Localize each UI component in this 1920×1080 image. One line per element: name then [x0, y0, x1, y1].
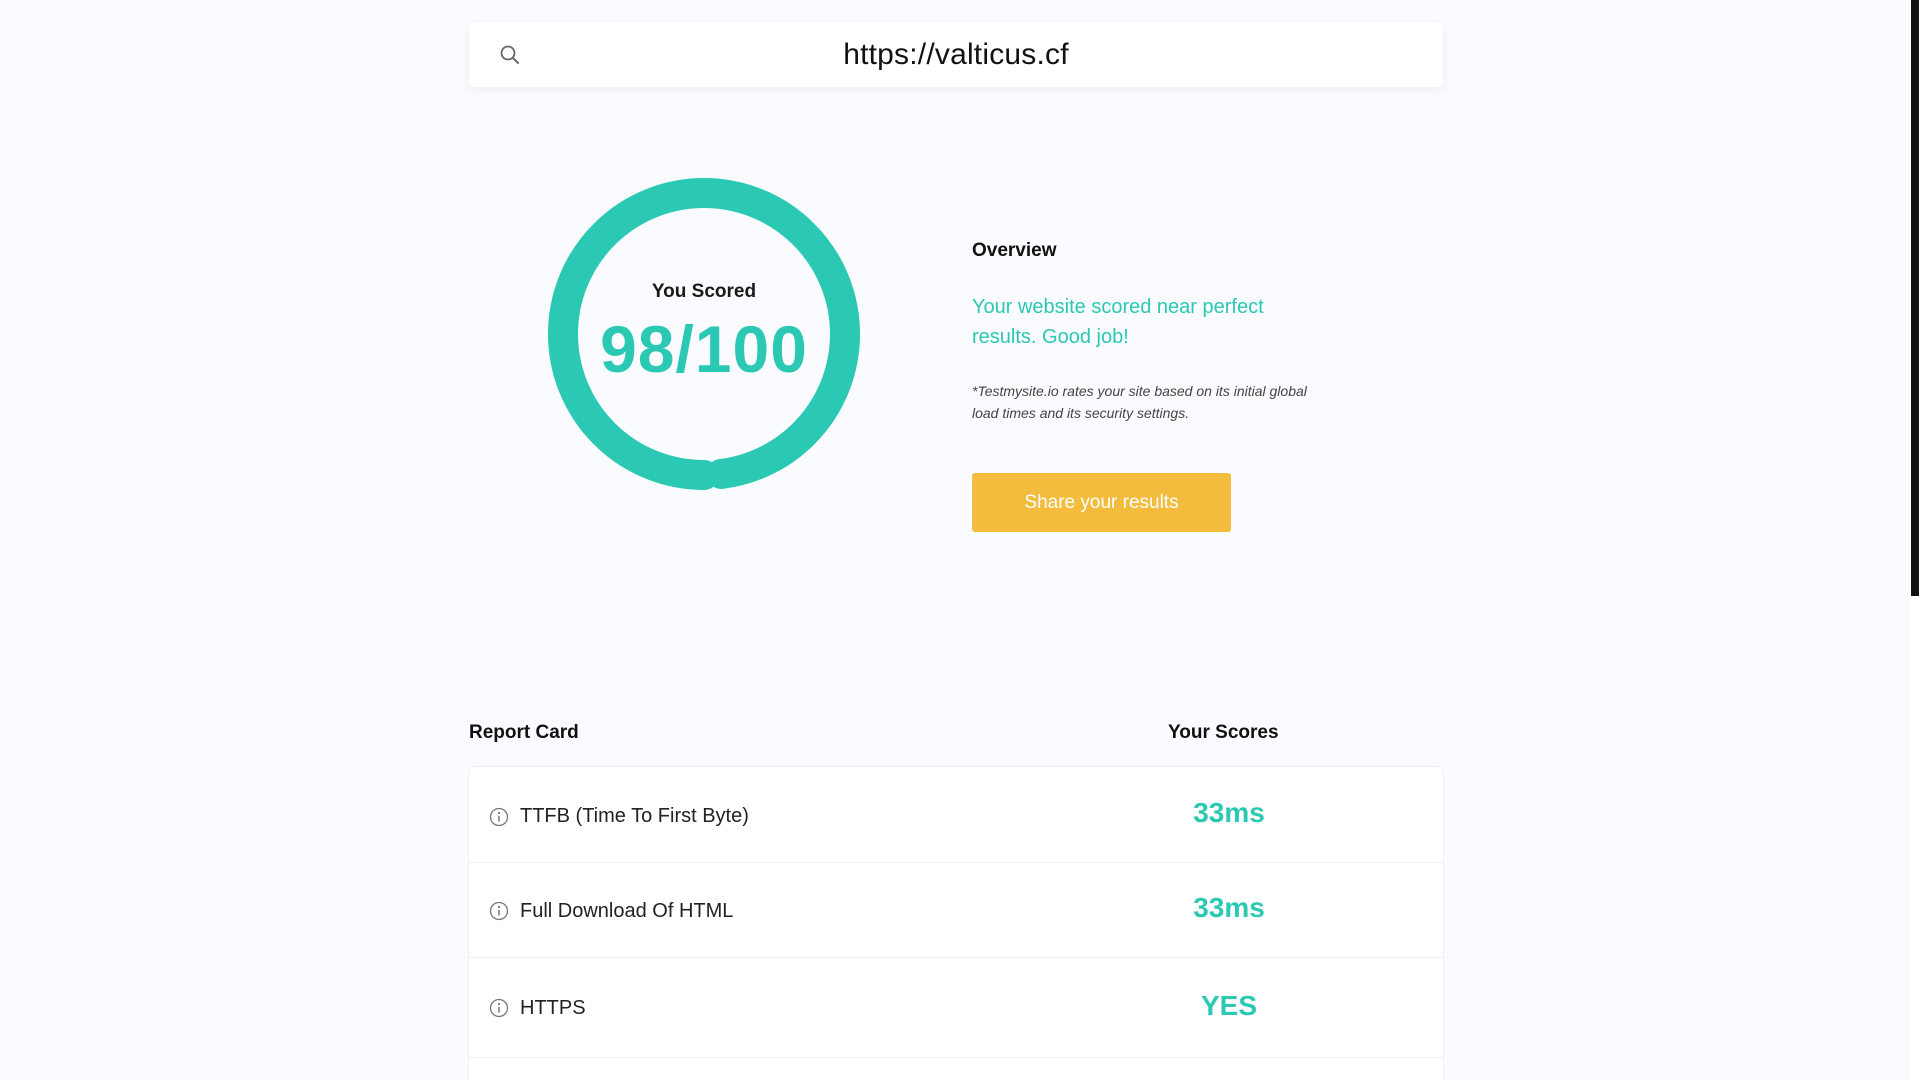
info-icon[interactable]	[489, 998, 509, 1018]
share-results-button[interactable]: Share your results	[972, 473, 1231, 532]
row-label: TTFB (Time To First Byte)	[520, 805, 749, 827]
info-icon[interactable]	[489, 807, 509, 827]
your-scores-heading: Your Scores	[1168, 722, 1279, 743]
row-value: YES	[1200, 990, 1258, 1021]
overview-message: Your website scored near perfect results…	[972, 296, 1264, 348]
row-value: 33ms	[1193, 797, 1265, 828]
overview-panel: Overview Your website scored near perfec…	[972, 240, 1312, 424]
table-row: HTTPS YES	[469, 958, 1443, 1058]
table-row: Full Download Of HTML 33ms	[469, 863, 1443, 958]
score-caption: You Scored	[651, 281, 757, 302]
row-label: HTTPS	[520, 997, 586, 1019]
row-value: 33ms	[1193, 892, 1265, 923]
scrollbar-thumb[interactable]	[1911, 0, 1919, 596]
page: https://valticus.cf You Scored 98/100 Ov…	[0, 0, 1920, 1080]
url-input[interactable]: https://valticus.cf	[469, 22, 1443, 87]
report-table: TTFB (Time To First Byte) 33ms Full Down…	[469, 767, 1443, 1080]
row-label: Full Download Of HTML	[520, 900, 734, 922]
score-ring: You Scored 98/100	[546, 176, 862, 492]
report-card-heading: Report Card	[469, 722, 579, 743]
url-search-bar[interactable]: https://valticus.cf	[469, 22, 1443, 87]
overview-title: Overview	[972, 240, 1057, 261]
info-icon[interactable]	[489, 901, 509, 921]
overview-note: *Testmysite.io rates your site based on …	[972, 383, 1307, 421]
score-value: 98/100	[600, 312, 808, 386]
table-row: TTFB (Time To First Byte) 33ms	[469, 767, 1443, 863]
